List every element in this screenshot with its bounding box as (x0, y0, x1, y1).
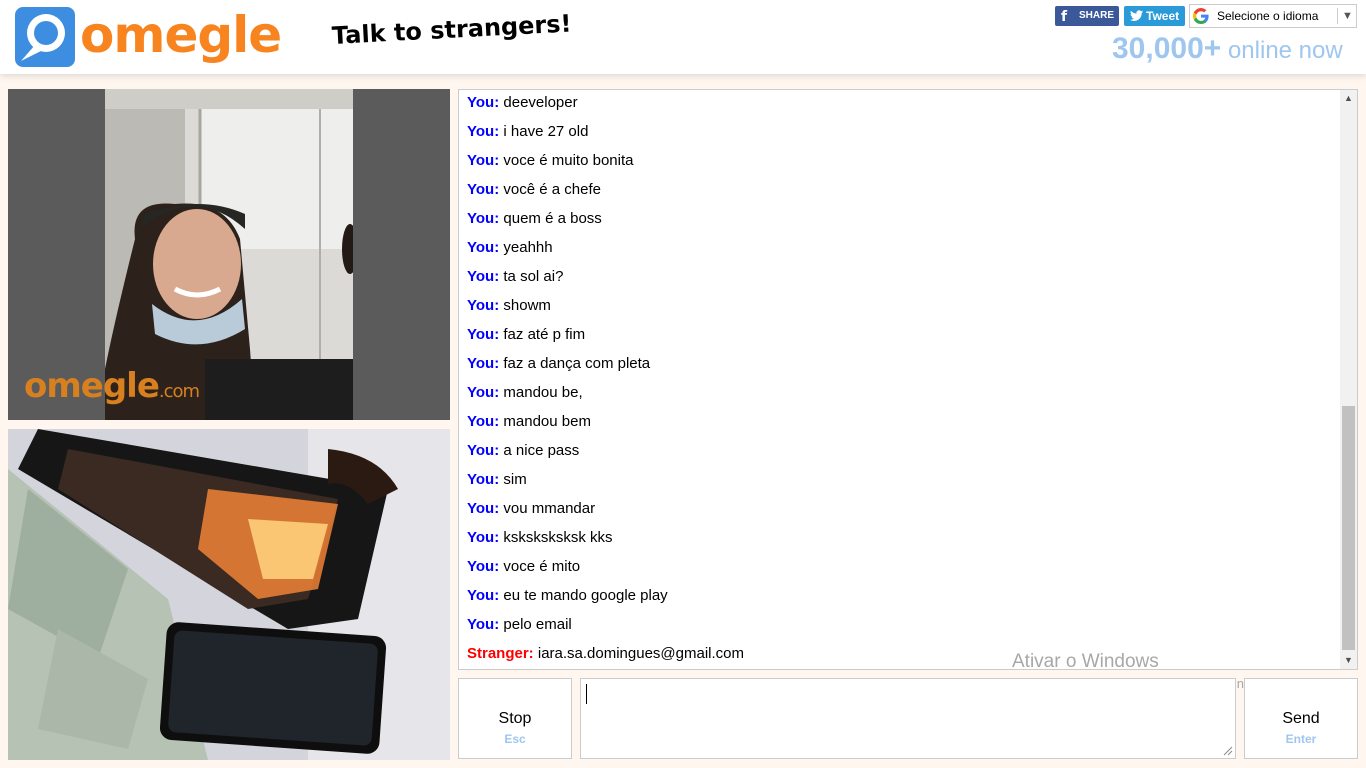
stranger-video-watermark: omegle.com (24, 366, 200, 406)
send-button-hint: Enter (1285, 732, 1317, 746)
chat-message-text: pelo email (503, 616, 572, 633)
facebook-share-button[interactable]: f SHARE (1055, 6, 1119, 26)
chat-message-text: iara.sa.domingues@gmail.com (537, 645, 745, 662)
chat-message-sender: Stranger: (467, 645, 534, 662)
chat-message: You: i have 27 old (467, 117, 1337, 146)
chat-message: You: quem é a boss (467, 204, 1337, 233)
chat-message-sender: You: (467, 297, 500, 314)
chat-message: You: mandou bem (467, 407, 1337, 436)
online-count-label: online now (1227, 37, 1343, 64)
chat-message-text: yeahhh (503, 239, 553, 256)
chat-message-text: ta sol ai? (503, 268, 564, 285)
chat-message: You: yeahhh (467, 233, 1337, 262)
header: omegle Talk to strangers! f SHARE Tweet … (0, 0, 1366, 74)
chat-message-sender: You: (467, 123, 500, 140)
chat-message-text: vou mmandar (503, 500, 596, 517)
chat-message-text: voce é muito bonita (503, 152, 634, 169)
chat-message-text: mandou be, (503, 384, 583, 401)
chat-message: You: mandou be, (467, 378, 1337, 407)
chat-message-sender: You: (467, 616, 500, 633)
tweet-button[interactable]: Tweet (1124, 6, 1185, 26)
chat-message: You: deeveloper (467, 90, 1337, 117)
online-count: 30,000+ online now (1112, 31, 1362, 69)
chat-message-text: i have 27 old (503, 123, 589, 140)
chat-message-sender: You: (467, 413, 500, 430)
facebook-share-label: SHARE (1079, 10, 1115, 21)
scroll-thumb[interactable] (1342, 406, 1355, 650)
chat-message-text: eu te mando google play (503, 587, 668, 604)
stop-button-label: Stop (498, 710, 532, 727)
chat-message: You: showm (467, 291, 1337, 320)
chat-message: You: faz até p fim (467, 320, 1337, 349)
tweet-label: Tweet (1146, 9, 1180, 23)
text-caret (586, 684, 587, 704)
language-select-divider (1337, 8, 1338, 24)
chat-message: Stranger: iara.sa.domingues@gmail.com (467, 639, 1337, 668)
chat-log: You: deeveloper You: i have 27 old You: vo… (467, 90, 1337, 668)
chat-message-text: deeveloper (503, 94, 578, 111)
send-button[interactable]: Send Enter (1244, 678, 1358, 759)
chat-message: You: ksksksksksk kks (467, 523, 1337, 552)
chat-message: You: você é a chefe (467, 175, 1337, 204)
chat-message: You: eu te mando google play (467, 581, 1337, 610)
chat-log-panel[interactable]: You: deeveloper You: i have 27 old You: vo… (458, 89, 1358, 670)
chat-message-sender: You: (467, 529, 500, 546)
chat-message-sender: You: (467, 239, 500, 256)
online-count-number: 30,000+ (1112, 32, 1222, 65)
language-select[interactable]: Selecione o idioma ▼ (1189, 4, 1357, 28)
scroll-down-arrow-icon[interactable]: ▼ (1340, 652, 1357, 669)
chat-message: You: ta sol ai? (467, 262, 1337, 291)
chat-message-text: sim (503, 471, 527, 488)
language-select-label: Selecione o idioma (1217, 9, 1319, 23)
chat-message-sender: You: (467, 326, 500, 343)
chat-message-sender: You: (467, 587, 500, 604)
omegle-logo-icon[interactable] (15, 7, 75, 67)
chat-message-sender: You: (467, 355, 500, 372)
message-input[interactable] (580, 678, 1236, 759)
self-video-image (8, 429, 450, 760)
dropdown-arrow-icon: ▼ (1342, 10, 1353, 22)
chat-message-sender: You: (467, 384, 500, 401)
resize-handle-icon[interactable] (1223, 746, 1233, 756)
scroll-up-arrow-icon[interactable]: ▲ (1340, 90, 1357, 107)
send-button-label: Send (1282, 710, 1320, 727)
chat-message-text: a nice pass (503, 442, 580, 459)
chat-message-text: voce é mito (503, 558, 581, 575)
stranger-video: omegle.com (8, 89, 450, 420)
chat-message-sender: You: (467, 181, 500, 198)
chat-message-sender: You: (467, 152, 500, 169)
chat-message-text: ksksksksksk kks (503, 529, 613, 546)
omegle-logo-text[interactable]: omegle (80, 3, 282, 67)
chat-message: You: vou mmandar (467, 494, 1337, 523)
chat-message-sender: You: (467, 471, 500, 488)
chat-message-sender: You: (467, 442, 500, 459)
stop-button-hint: Esc (504, 732, 526, 746)
chat-message-text: showm (503, 297, 551, 314)
chat-message-sender: You: (467, 500, 500, 517)
chat-message-text: faz até p fim (503, 326, 586, 343)
stranger-video-watermark-text: omegle (24, 366, 160, 406)
self-video (8, 429, 450, 760)
chat-message-text: você é a chefe (503, 181, 601, 198)
facebook-icon: f (1061, 9, 1068, 25)
tagline: Talk to strangers! (331, 9, 573, 50)
chat-message-sender: You: (467, 210, 500, 227)
stranger-video-watermark-suffix: .com (158, 381, 200, 402)
chat-message: You: voce é muito bonita (467, 146, 1337, 175)
chat-scrollbar[interactable]: ▲ ▼ (1340, 90, 1357, 669)
chat-message-sender: You: (467, 94, 500, 111)
chat-message-text: faz a dança com pleta (503, 355, 651, 372)
chat-message: You: voce é mito (467, 552, 1337, 581)
google-icon (1193, 8, 1209, 24)
chat-message: You: a nice pass (467, 436, 1337, 465)
chat-message: You: pelo email (467, 610, 1337, 639)
chat-message-text: quem é a boss (503, 210, 602, 227)
chat-message-sender: You: (467, 268, 500, 285)
chat-message-text: mandou bem (503, 413, 591, 430)
chat-message: You: sim (467, 465, 1337, 494)
twitter-bird-icon (1130, 10, 1143, 21)
stop-button[interactable]: Stop Esc (458, 678, 572, 759)
chat-message: You: faz a dança com pleta (467, 349, 1337, 378)
chat-message-sender: You: (467, 558, 500, 575)
